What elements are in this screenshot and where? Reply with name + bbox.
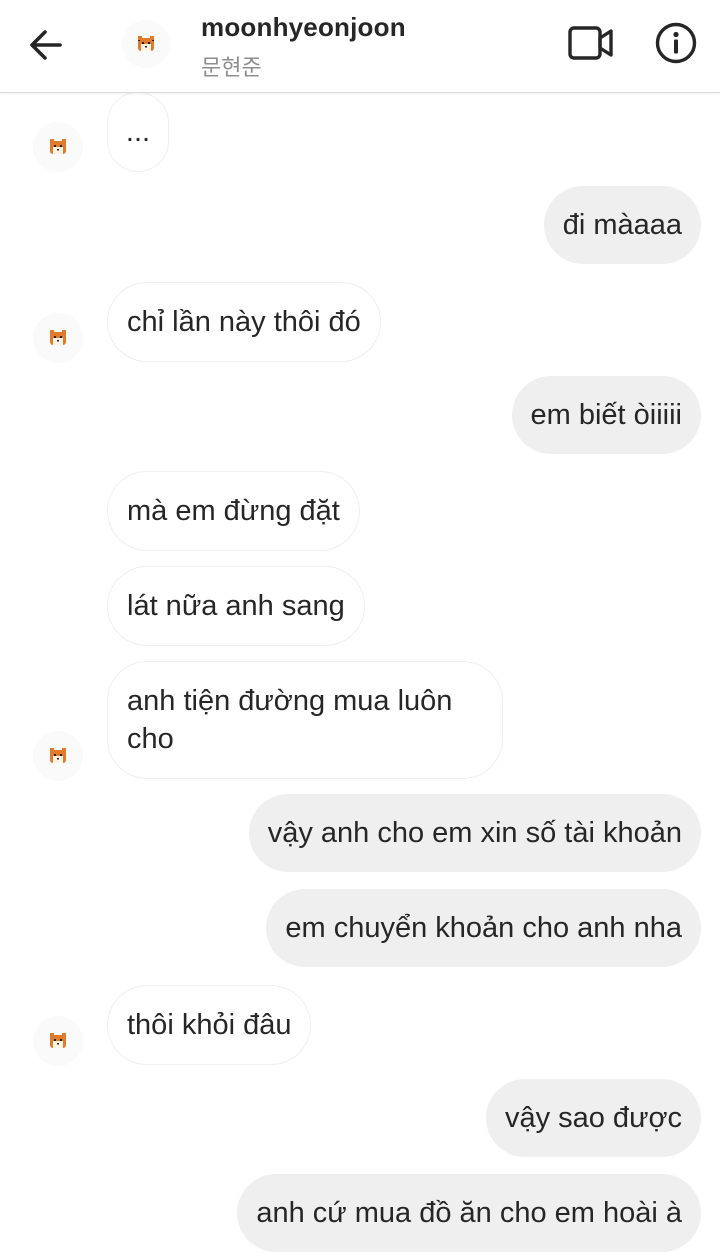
sender-avatar[interactable] xyxy=(33,313,83,363)
video-camera-icon xyxy=(568,26,613,60)
info-button[interactable] xyxy=(654,21,698,65)
username[interactable]: moonhyeonjoon xyxy=(201,12,406,43)
incoming-message[interactable]: thôi khỏi đâu xyxy=(107,985,312,1065)
tiger-avatar-icon xyxy=(50,330,66,345)
outgoing-message[interactable]: vậy sao được xyxy=(485,1079,701,1157)
outgoing-message[interactable]: đi màaaa xyxy=(543,186,701,264)
tiger-avatar-icon xyxy=(50,139,66,154)
info-circle-icon xyxy=(655,22,697,64)
tiger-avatar-icon xyxy=(50,1033,66,1048)
incoming-message[interactable]: mà em đừng đặt xyxy=(107,471,360,551)
sender-avatar[interactable] xyxy=(33,122,83,172)
arrow-left-icon xyxy=(30,30,62,60)
chat-header: moonhyeonjoon 문현준 xyxy=(0,0,720,93)
video-call-button[interactable] xyxy=(566,22,616,64)
display-name: 문현준 xyxy=(201,55,262,80)
sender-avatar[interactable] xyxy=(33,731,83,781)
outgoing-message[interactable]: anh cứ mua đồ ăn cho em hoài à xyxy=(237,1174,701,1252)
back-button[interactable] xyxy=(22,22,70,70)
incoming-message[interactable]: ... xyxy=(107,92,169,172)
outgoing-message[interactable]: vậy anh cho em xin số tài khoản xyxy=(248,794,701,872)
incoming-message[interactable]: chỉ lần này thôi đó xyxy=(107,282,381,362)
outgoing-message[interactable]: em chuyển khoản cho anh nha xyxy=(266,889,701,967)
tiger-avatar-icon xyxy=(50,748,66,763)
header-avatar[interactable] xyxy=(122,20,170,68)
tiger-avatar-icon xyxy=(138,36,154,51)
sender-avatar[interactable] xyxy=(33,1016,83,1066)
incoming-message[interactable]: anh tiện đường mua luôn cho xyxy=(107,661,503,779)
outgoing-message[interactable]: em biết òiiiii xyxy=(511,376,701,454)
incoming-message[interactable]: lát nữa anh sang xyxy=(107,566,365,646)
